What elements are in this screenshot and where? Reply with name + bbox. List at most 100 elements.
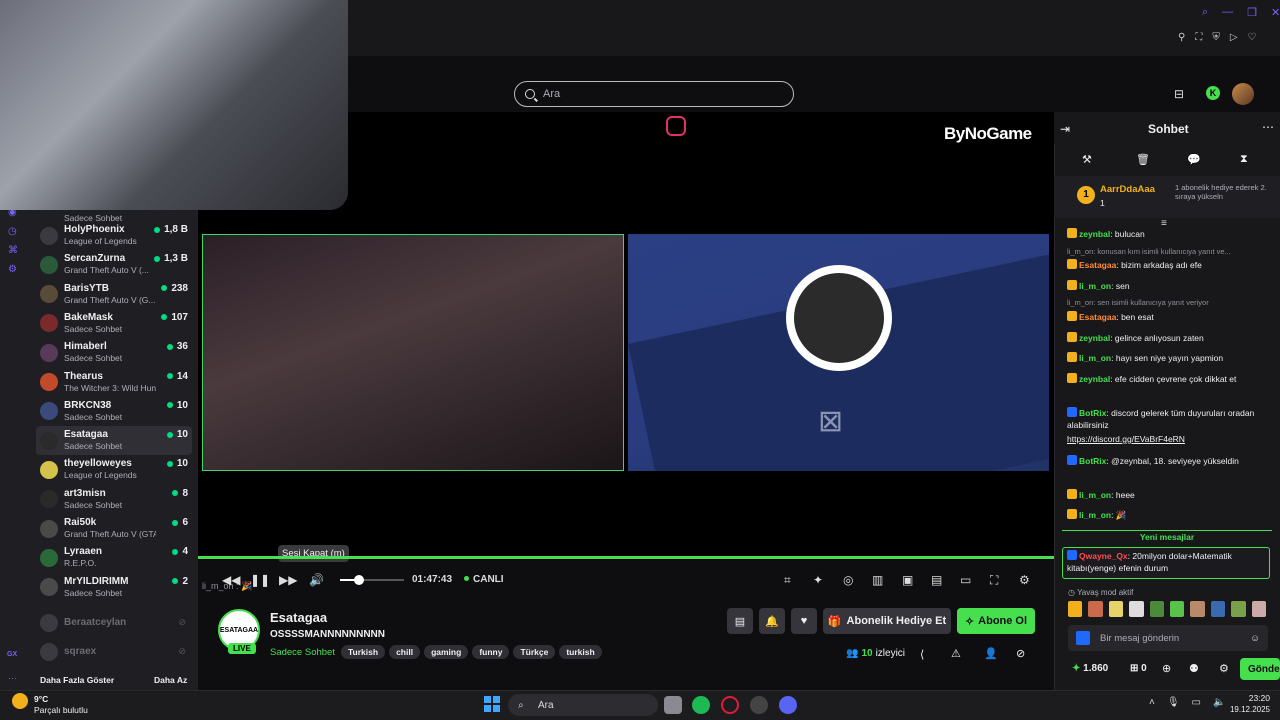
emote-icon[interactable] xyxy=(1149,601,1165,617)
subscribe-button[interactable]: ✧ Abone Ol xyxy=(957,608,1035,634)
tag[interactable]: chill xyxy=(389,645,421,659)
emote-icon[interactable] xyxy=(1190,601,1205,617)
message-user[interactable]: li_m_on xyxy=(1079,353,1111,363)
mod-hammer-icon[interactable]: ⚒ xyxy=(1082,153,1092,166)
screenshot-icon[interactable]: ⛶ xyxy=(1195,32,1202,43)
pip-icon[interactable]: ▣ xyxy=(902,573,913,587)
emote-icon[interactable] xyxy=(1108,601,1124,617)
sidebar-channel-offline[interactable]: sqraex ⊘ xyxy=(36,637,192,666)
drops-icon[interactable]: ⊟ xyxy=(1174,87,1184,101)
settings-icon[interactable]: ⚙ xyxy=(8,264,18,275)
message-user[interactable]: li_m_on xyxy=(1079,281,1111,291)
progress-bar[interactable] xyxy=(198,556,1054,559)
mic-icon[interactable]: 🎙 xyxy=(1167,697,1180,708)
sidebar-channel[interactable]: HolyPhoenix League of Legends 1,8 B xyxy=(36,221,192,250)
emote-icon[interactable] xyxy=(1251,601,1267,617)
volume-handle[interactable] xyxy=(354,575,364,585)
weather-desc[interactable]: Parçalı bulutlu xyxy=(34,705,88,715)
search-input[interactable]: Ara xyxy=(543,88,560,100)
message-user[interactable]: li_m_on xyxy=(1079,510,1111,520)
message-user[interactable]: li_m_on xyxy=(1079,490,1111,500)
message-user[interactable]: zeynbal xyxy=(1079,374,1110,384)
volume-icon[interactable]: 🔊 xyxy=(309,573,324,587)
sparkle-icon[interactable]: ✦ xyxy=(813,573,823,587)
chevron-up-icon[interactable]: ˄ xyxy=(1149,697,1155,708)
cast-icon[interactable]: ▤ xyxy=(931,573,942,587)
sidebar-channel[interactable]: SercanZurna Grand Theft Auto V (... 1,3 B xyxy=(36,250,192,279)
clip-icon[interactable]: ⌗ xyxy=(784,573,791,588)
search-bar[interactable]: Ara xyxy=(514,81,794,107)
report-icon[interactable]: ⚠ xyxy=(951,647,961,660)
task-view-icon[interactable] xyxy=(664,696,682,714)
rewind-icon[interactable]: ◀◀ xyxy=(222,573,240,587)
spotify-icon[interactable] xyxy=(692,696,710,714)
kick-icon[interactable]: K xyxy=(1206,86,1220,100)
message-user[interactable]: Esatagaa xyxy=(1079,312,1116,322)
sidebar-channel[interactable]: Himaberl Sadece Sohbet 36 xyxy=(36,338,192,367)
sidebar-channel[interactable]: theyelloweyes League of Legends 10 xyxy=(36,455,192,484)
play-icon[interactable]: ▷ xyxy=(1230,32,1238,43)
stats-icon[interactable]: ▥ xyxy=(872,573,883,587)
message-user[interactable]: zeynbal xyxy=(1079,333,1110,343)
emote-icon[interactable] xyxy=(1210,601,1226,617)
sidebar-channel[interactable]: BRKCN38 Sadece Sohbet 10 xyxy=(36,397,192,426)
collapse-icon[interactable]: ⇥ xyxy=(1060,122,1070,136)
sidebar-channel[interactable]: Rai50k Grand Theft Auto V (GTA) 6 xyxy=(36,514,192,543)
history-icon[interactable]: ◷ xyxy=(8,226,18,237)
tag[interactable]: funny xyxy=(472,645,510,659)
tag[interactable]: Turkish xyxy=(340,645,386,659)
message-user[interactable]: zeynbal xyxy=(1079,229,1110,239)
opera-gx-icon[interactable] xyxy=(721,696,739,714)
discord-icon[interactable] xyxy=(779,696,797,714)
emote-icon[interactable] xyxy=(1129,601,1144,617)
search-icon[interactable]: ⌕ xyxy=(1202,6,1208,19)
emote-icon[interactable] xyxy=(1231,601,1246,617)
sidebar-channel[interactable]: BarisYTB Grand Theft Auto V (G... 238 xyxy=(36,280,192,309)
user-avatar[interactable] xyxy=(1232,83,1254,105)
share-icon[interactable]: ⟨ xyxy=(920,648,924,661)
hourglass-icon[interactable]: ⧗ xyxy=(1240,153,1248,166)
channel-name[interactable]: Esatagaa xyxy=(270,610,327,625)
theater-icon[interactable]: ▭ xyxy=(960,573,971,587)
heart-icon[interactable]: ♡ xyxy=(1248,32,1257,43)
weather-temp[interactable]: 9°C xyxy=(34,694,48,704)
weather-icon[interactable] xyxy=(12,693,28,709)
sidebar-channel-offline[interactable]: Beraatceylan ⊘ xyxy=(36,608,192,637)
tag[interactable]: gaming xyxy=(424,645,469,659)
chat-link[interactable]: https://discord.gg/EVaBrF4eRN xyxy=(1067,433,1267,445)
minimize-icon[interactable]: — xyxy=(1222,6,1233,19)
windows-start-icon[interactable] xyxy=(484,696,500,712)
hide-icon[interactable]: ⊘ xyxy=(1016,647,1025,660)
close-icon[interactable]: ✕ xyxy=(1271,6,1280,19)
sidebar-channel[interactable]: BakeMask Sadece Sohbet 107 xyxy=(36,309,192,338)
trash-icon[interactable]: 🗑 xyxy=(1136,153,1150,166)
pin-icon[interactable]: ⚲ xyxy=(1178,32,1185,43)
tag[interactable]: turkish xyxy=(559,645,602,659)
emote-icon[interactable] xyxy=(1088,601,1103,617)
clock-date[interactable]: 19.12.2025 xyxy=(1222,705,1270,714)
taskbar-search[interactable]: ⌕ Ara xyxy=(508,694,658,716)
more-icon[interactable]: ··· xyxy=(8,673,17,683)
clock-time[interactable]: 23:20 xyxy=(1232,693,1270,703)
steam-icon[interactable] xyxy=(750,696,768,714)
volume-slider[interactable] xyxy=(340,579,404,581)
tag[interactable]: Türkçe xyxy=(513,645,556,659)
send-button[interactable]: Gönder xyxy=(1240,658,1280,680)
follow-heart-icon[interactable]: ♥ xyxy=(791,608,817,634)
shield-icon[interactable]: ⛨ xyxy=(1212,32,1220,43)
rewards-display[interactable]: ⊞ 0 xyxy=(1130,663,1147,674)
show-less-link[interactable]: Daha Az xyxy=(154,675,187,685)
forward-icon[interactable]: ▶▶ xyxy=(279,573,297,587)
restore-icon[interactable]: ❐ xyxy=(1247,6,1257,19)
message-user[interactable]: Esatagaa xyxy=(1079,260,1116,270)
chat-menu-icon[interactable]: ⋯ xyxy=(1262,120,1274,134)
category-link[interactable]: Sadece Sohbet xyxy=(270,647,335,658)
speed-icon[interactable]: ◎ xyxy=(843,573,853,587)
chat-input[interactable]: Bir mesaj gönderin ☺ xyxy=(1068,625,1268,651)
sidebar-channel[interactable]: MrYILDIRIMM Sadece Sohbet 2 xyxy=(36,573,192,602)
chat-settings-icon[interactable]: ⚙ xyxy=(1219,662,1229,675)
sidebar-channel[interactable]: Esatagaa Sadece Sohbet 10 xyxy=(36,426,192,456)
emoji-icon[interactable]: ☺ xyxy=(1250,633,1260,644)
emote-icon[interactable] xyxy=(1068,601,1083,617)
fullscreen-icon[interactable]: ⛶ xyxy=(990,573,998,588)
